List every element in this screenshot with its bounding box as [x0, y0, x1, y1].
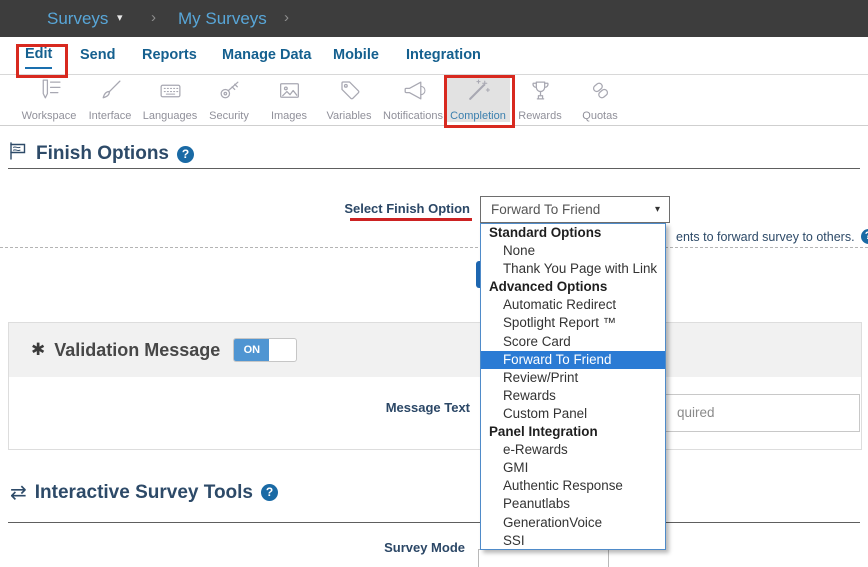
finish-options-title: Finish Options	[36, 143, 169, 165]
tab-manage-data[interactable]: Manage Data	[222, 37, 311, 73]
toolbar-item-rewards[interactable]: Rewards	[508, 76, 572, 122]
pencil-list-icon	[37, 78, 62, 108]
help-icon[interactable]	[261, 484, 278, 501]
breadcrumb-separator-icon: ›	[284, 0, 289, 37]
toolbar-item-completion[interactable]: Completion	[446, 76, 510, 122]
toolbar-item-label: Workspace	[22, 110, 77, 122]
dropdown-option[interactable]: Rewards	[481, 387, 665, 405]
dropdown-option[interactable]: SSI	[481, 532, 665, 550]
annotation-select-label-underline	[350, 218, 472, 221]
swap-arrows-icon: ⇄	[10, 480, 27, 505]
flag-icon	[8, 141, 28, 167]
dropdown-option[interactable]: Authentic Response	[481, 477, 665, 495]
dropdown-option[interactable]: Spotlight Report ™	[481, 314, 665, 332]
toolbar-item-images[interactable]: Images	[257, 76, 321, 122]
top-navigation-bar: Surveys ▾ › My Surveys ›	[0, 0, 868, 37]
dropdown-option[interactable]: Peanutlabs	[481, 495, 665, 513]
dropdown-group-header: Standard Options	[481, 224, 665, 242]
toolbar-item-label: Completion	[450, 110, 506, 122]
dropdown-option[interactable]: e-Rewards	[481, 441, 665, 459]
toolbar-item-label: Quotas	[582, 110, 617, 122]
select-arrow-icon: ▾	[655, 197, 660, 222]
toolbar-item-languages[interactable]: Languages	[138, 76, 202, 122]
dropdown-group-header: Advanced Options	[481, 278, 665, 296]
tab-send[interactable]: Send	[80, 37, 115, 73]
dropdown-option[interactable]: None	[481, 242, 665, 260]
validation-message-toggle[interactable]: ON	[233, 338, 297, 362]
dropdown-option[interactable]: Forward To Friend	[481, 351, 665, 369]
validation-message-header: ✱ Validation Message ON	[9, 323, 861, 377]
main-tab-bar: Edit Send Reports Manage Data Mobile Int…	[0, 37, 868, 75]
survey-mode-select[interactable]	[478, 549, 609, 567]
help-icon[interactable]	[177, 146, 194, 163]
dropdown-option[interactable]: Review/Print	[481, 369, 665, 387]
toggle-on-label: ON	[234, 339, 269, 361]
dropdown-option[interactable]: Thank You Page with Link	[481, 260, 665, 278]
magic-wand-icon	[466, 78, 491, 108]
toolbar-item-label: Notifications	[383, 110, 443, 122]
message-text-label: Message Text	[330, 400, 470, 415]
tab-reports[interactable]: Reports	[142, 37, 197, 73]
trophy-icon	[528, 78, 553, 108]
toolbar-item-workspace[interactable]: Workspace	[17, 76, 81, 122]
toolbar-item-label: Images	[271, 110, 307, 122]
tab-integration[interactable]: Integration	[406, 37, 481, 73]
dropdown-option[interactable]: Custom Panel	[481, 405, 665, 423]
toolbar-item-label: Rewards	[518, 110, 561, 122]
breadcrumb-my-surveys[interactable]: My Surveys	[178, 0, 267, 37]
dropdown-option[interactable]: GenerationVoice	[481, 514, 665, 532]
tag-icon	[337, 78, 362, 108]
picture-icon	[277, 78, 302, 108]
dashed-divider	[0, 247, 868, 248]
key-icon	[217, 78, 242, 108]
edit-toolbar: Workspace Interface Languages Security I…	[0, 75, 868, 126]
section-divider	[8, 522, 860, 523]
tab-mobile[interactable]: Mobile	[333, 37, 379, 73]
description-text: ents to forward survey to others.	[676, 230, 855, 244]
interactive-survey-tools-title: Interactive Survey Tools	[35, 482, 253, 504]
finish-option-select-value: Forward To Friend	[491, 202, 600, 217]
toolbar-item-quotas[interactable]: Quotas	[568, 76, 632, 122]
keyboard-icon	[158, 78, 183, 108]
tab-edit[interactable]: Edit	[25, 37, 52, 69]
toolbar-item-label: Variables	[326, 110, 371, 122]
section-divider	[8, 168, 860, 169]
validation-message-title: Validation Message	[54, 340, 220, 361]
breadcrumb-separator-icon: ›	[151, 0, 156, 37]
toolbar-item-security[interactable]: Security	[197, 76, 261, 122]
select-finish-option-label: Select Finish Option	[330, 201, 470, 216]
toolbar-item-label: Languages	[143, 110, 197, 122]
chain-links-icon	[588, 78, 613, 108]
dropdown-option[interactable]: Automatic Redirect	[481, 296, 665, 314]
toolbar-item-notifications[interactable]: Notifications	[381, 76, 445, 122]
dropdown-group-header: Panel Integration	[481, 423, 665, 441]
page: Surveys ▾ › My Surveys › Edit Send Repor…	[0, 0, 868, 567]
finish-options-heading: Finish Options	[8, 141, 194, 167]
survey-mode-label: Survey Mode	[330, 540, 465, 555]
brush-icon	[98, 78, 123, 108]
chevron-down-icon[interactable]: ▾	[117, 0, 123, 37]
interactive-survey-tools-heading: ⇄ Interactive Survey Tools	[10, 480, 278, 505]
finish-option-listbox: Standard OptionsNoneThank You Page with …	[480, 223, 666, 550]
asterisk-icon: ✱	[31, 340, 45, 360]
toolbar-item-interface[interactable]: Interface	[78, 76, 142, 122]
toolbar-item-label: Interface	[89, 110, 132, 122]
dropdown-option[interactable]: Score Card	[481, 333, 665, 351]
breadcrumb-surveys-menu[interactable]: Surveys	[47, 0, 108, 37]
help-icon[interactable]	[861, 229, 868, 244]
dropdown-option[interactable]: GMI	[481, 459, 665, 477]
toolbar-item-variables[interactable]: Variables	[317, 76, 381, 122]
finish-option-select[interactable]: Forward To Friend ▾	[480, 196, 670, 223]
megaphone-icon	[401, 78, 426, 108]
finish-option-description: ents to forward survey to others.	[676, 229, 868, 244]
toolbar-item-label: Security	[209, 110, 249, 122]
